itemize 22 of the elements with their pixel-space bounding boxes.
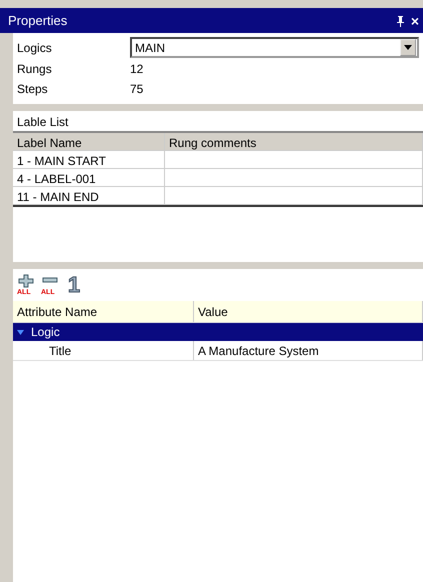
field-label: Steps (17, 81, 49, 98)
close-button[interactable]: × (410, 14, 419, 28)
table-cell: A Manufacture System (194, 341, 423, 360)
field-label: Logics (17, 40, 53, 56)
window-title: Properties (8, 12, 68, 30)
field-value: 12 (130, 61, 144, 78)
column-header[interactable]: Attribute Name (13, 301, 194, 322)
table-cell: 1 - MAIN START (13, 151, 165, 171)
field-value: 75 (130, 81, 144, 98)
table-cell: Title (13, 341, 194, 360)
tree-group-row[interactable]: Logic (13, 323, 423, 341)
field-label: Rungs (17, 61, 53, 78)
column-header[interactable]: Label Name (13, 133, 165, 153)
column-header[interactable]: Rung comments (165, 133, 423, 153)
logics-dropdown[interactable]: MAIN (130, 37, 419, 58)
column-header[interactable]: Value (194, 301, 423, 322)
table-cell: 4 - LABEL-001 (13, 169, 165, 189)
section-title: Lable List (13, 111, 423, 131)
pin-button[interactable] (396, 14, 405, 28)
expanded-triangle-icon[interactable] (17, 330, 24, 334)
plus-icon (18, 274, 34, 288)
caret-icon (404, 45, 412, 50)
